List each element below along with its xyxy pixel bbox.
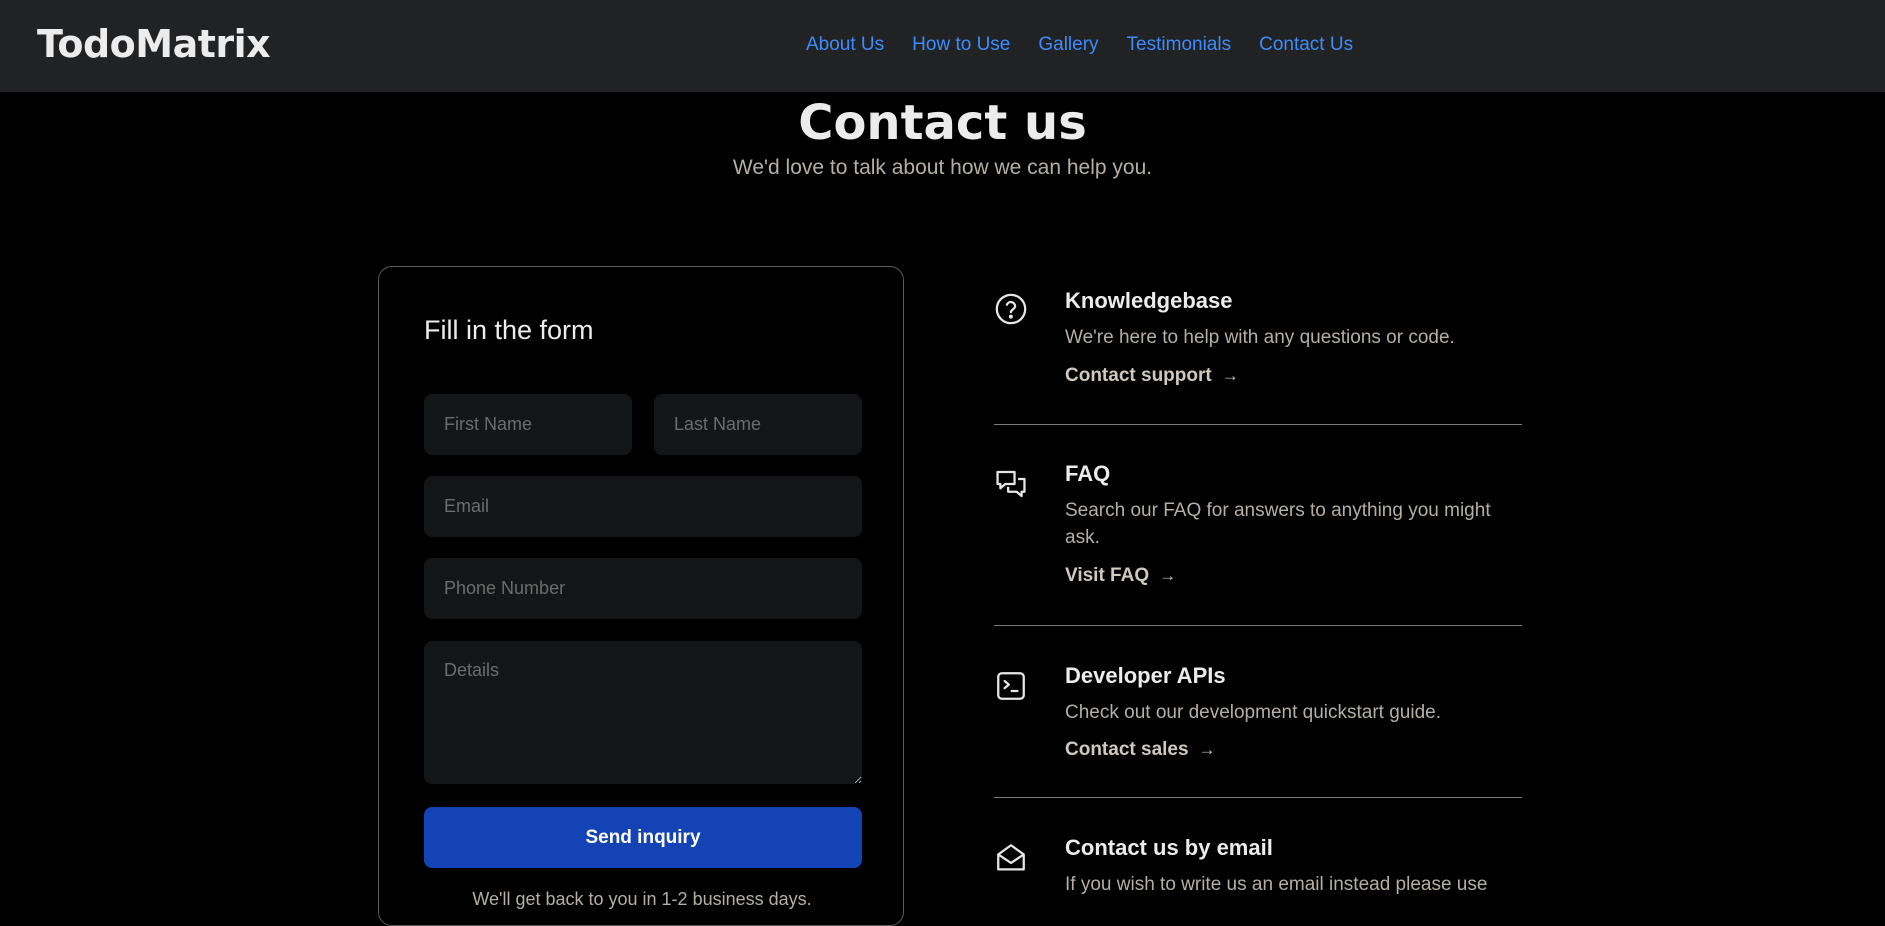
divider: [994, 625, 1522, 626]
last-name-input[interactable]: [654, 394, 862, 455]
contact-form-card: Fill in the form Send inquiry We'll get …: [378, 266, 904, 926]
info-title: Knowledgebase: [1065, 288, 1233, 313]
nav-links: About Us How to Use Gallery Testimonials…: [806, 34, 1353, 56]
info-title: Contact us by email: [1065, 835, 1273, 860]
page-subtitle: We'd love to talk about how we can help …: [732, 156, 1153, 179]
chat-bubbles-icon: [994, 467, 1028, 501]
info-knowledgebase: Knowledgebase We're here to help with an…: [994, 288, 1522, 408]
info-title: FAQ: [1065, 461, 1111, 486]
terminal-icon: [994, 669, 1028, 703]
link-label: Visit FAQ: [1065, 565, 1150, 586]
page-title: Contact us: [798, 95, 1087, 151]
divider: [994, 424, 1522, 425]
arrow-right-icon: →: [1198, 740, 1216, 759]
nav-about-us[interactable]: About Us: [806, 34, 884, 56]
info-description: Search our FAQ for answers to anything y…: [1065, 500, 1491, 548]
contact-sales-link[interactable]: Contact sales →: [1065, 739, 1216, 761]
details-textarea[interactable]: [424, 641, 862, 784]
divider: [994, 797, 1522, 798]
phone-input[interactable]: [424, 558, 862, 619]
info-description: Check out our development quickstart gui…: [1065, 702, 1441, 723]
arrow-right-icon: →: [1221, 366, 1239, 385]
info-title: Developer APIs: [1065, 663, 1226, 688]
response-time-note: We'll get back to you in 1-2 business da…: [472, 889, 812, 909]
arrow-right-icon: →: [1159, 566, 1177, 585]
info-description: If you wish to write us an email instead…: [1065, 874, 1488, 895]
form-title: Fill in the form: [424, 315, 594, 345]
send-inquiry-button[interactable]: Send inquiry: [424, 807, 862, 868]
contact-support-link[interactable]: Contact support →: [1065, 365, 1239, 387]
nav-testimonials[interactable]: Testimonials: [1127, 34, 1232, 56]
nav-gallery[interactable]: Gallery: [1038, 34, 1098, 56]
first-name-input[interactable]: [424, 394, 632, 455]
envelope-open-icon: [994, 841, 1028, 875]
info-faq: FAQ Search our FAQ for answers to anythi…: [994, 461, 1522, 591]
visit-faq-link[interactable]: Visit FAQ →: [1065, 565, 1176, 587]
nav-how-to-use[interactable]: How to Use: [912, 34, 1010, 56]
link-label: Contact support: [1065, 365, 1212, 386]
navbar: TodoMatrix About Us How to Use Gallery T…: [0, 0, 1885, 92]
logo[interactable]: TodoMatrix: [37, 22, 271, 66]
info-description: We're here to help with any questions or…: [1065, 327, 1455, 348]
info-email: Contact us by email If you wish to write…: [994, 835, 1522, 897]
nav-contact-us[interactable]: Contact Us: [1259, 34, 1353, 56]
question-circle-icon: [994, 292, 1028, 326]
link-label: Contact sales: [1065, 739, 1189, 760]
email-input[interactable]: [424, 476, 862, 537]
info-developer-apis: Developer APIs Check out our development…: [994, 663, 1522, 783]
